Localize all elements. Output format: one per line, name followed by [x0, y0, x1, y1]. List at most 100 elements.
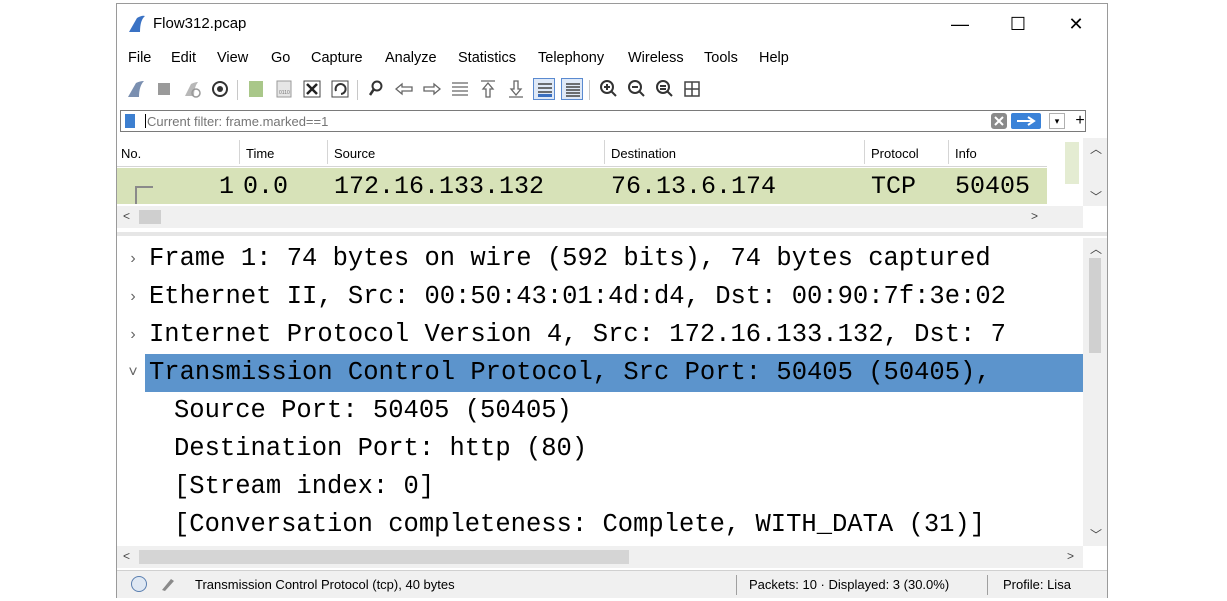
packet-info: 50405: [955, 172, 1031, 201]
scroll-down-icon[interactable]: ﹀: [1090, 526, 1102, 543]
packet-list-vscrollbar[interactable]: ︿ ﹀: [1065, 138, 1107, 206]
text-caret: [145, 114, 146, 128]
menu-statistics[interactable]: Statistics: [458, 50, 516, 66]
close-file-icon[interactable]: [301, 78, 323, 100]
scrollbar-thumb[interactable]: [1065, 142, 1079, 184]
column-divider[interactable]: [327, 140, 328, 164]
go-last-icon[interactable]: [505, 78, 527, 100]
details-vscrollbar[interactable]: ︿ ﹀: [1083, 238, 1107, 546]
maximize-button[interactable]: ☐: [989, 4, 1047, 44]
status-divider: [987, 575, 988, 595]
packets-count: Packets: 10 · Displayed: 3 (30.0%): [749, 577, 950, 592]
column-header-destination[interactable]: Destination: [611, 146, 676, 161]
scroll-down-icon[interactable]: ﹀: [1090, 188, 1102, 205]
scroll-up-icon[interactable]: ︿: [1090, 140, 1102, 157]
zoom-out-icon[interactable]: [625, 78, 647, 100]
close-button[interactable]: ✕: [1047, 4, 1105, 44]
reload-icon[interactable]: [329, 78, 351, 100]
expand-arrow-icon[interactable]: ›: [125, 316, 141, 354]
column-header-protocol[interactable]: Protocol: [871, 146, 919, 161]
menu-telephony[interactable]: Telephony: [538, 50, 604, 66]
column-header-time[interactable]: Time: [246, 146, 274, 161]
column-divider[interactable]: [948, 140, 949, 164]
wireshark-logo-icon: [129, 15, 145, 32]
scroll-left-icon[interactable]: <: [123, 209, 130, 223]
column-divider[interactable]: [604, 140, 605, 164]
display-filter-input[interactable]: [147, 113, 967, 129]
packet-list-header: No. Time Source Destination Protocol Inf…: [117, 138, 1047, 167]
menu-capture[interactable]: Capture: [311, 50, 363, 66]
tree-item-tcp[interactable]: Transmission Control Protocol, Src Port:…: [149, 354, 991, 392]
scroll-right-icon[interactable]: >: [1067, 549, 1074, 563]
shark-fin-start-icon[interactable]: [125, 78, 147, 100]
filter-history-dropdown[interactable]: ▾: [1049, 113, 1065, 129]
tree-item-source-port[interactable]: Source Port: 50405 (50405): [174, 392, 572, 430]
packet-list: No. Time Source Destination Protocol Inf…: [117, 138, 1107, 230]
go-forward-icon[interactable]: [421, 78, 443, 100]
menu-edit[interactable]: Edit: [171, 50, 196, 66]
wireshark-window: Flow312.pcap — ☐ ✕ File Edit View Go Cap…: [116, 3, 1108, 598]
tree-item-frame[interactable]: Frame 1: 74 bytes on wire (592 bits), 74…: [149, 240, 991, 278]
expand-arrow-icon[interactable]: ›: [125, 278, 141, 316]
zoom-in-icon[interactable]: [597, 78, 619, 100]
scroll-right-icon[interactable]: >: [1031, 209, 1038, 223]
menu-tools[interactable]: Tools: [704, 50, 738, 66]
go-to-packet-icon[interactable]: [449, 78, 471, 100]
packet-no: 1: [219, 172, 235, 201]
scroll-up-icon[interactable]: ︿: [1090, 240, 1102, 257]
menu-analyze[interactable]: Analyze: [385, 50, 437, 66]
menu-bar: File Edit View Go Capture Analyze Statis…: [117, 46, 1107, 70]
tree-item-ethernet[interactable]: Ethernet II, Src: 00:50:43:01:4d:d4, Dst…: [149, 278, 1006, 316]
colorize-icon[interactable]: [561, 78, 583, 100]
status-bar: Transmission Control Protocol (tcp), 40 …: [117, 570, 1107, 598]
scrollbar-thumb[interactable]: [139, 550, 629, 564]
packet-details-tree: › Frame 1: 74 bytes on wire (592 bits), …: [117, 238, 1107, 568]
find-packet-icon[interactable]: [365, 78, 387, 100]
tree-item-destination-port[interactable]: Destination Port: http (80): [174, 430, 587, 468]
clear-filter-icon[interactable]: [991, 113, 1007, 129]
column-header-info[interactable]: Info: [955, 146, 977, 161]
menu-help[interactable]: Help: [759, 50, 789, 66]
menu-wireless[interactable]: Wireless: [628, 50, 684, 66]
tree-item-ipv4[interactable]: Internet Protocol Version 4, Src: 172.16…: [149, 316, 1006, 354]
minimize-button[interactable]: —: [931, 4, 989, 44]
details-hscrollbar[interactable]: < >: [117, 546, 1083, 568]
scrollbar-thumb[interactable]: [1089, 258, 1101, 353]
tree-item-conversation-completeness[interactable]: [Conversation completeness: Complete, WI…: [174, 506, 985, 544]
column-header-source[interactable]: Source: [334, 146, 375, 161]
resize-columns-icon[interactable]: [681, 78, 703, 100]
scrollbar-thumb[interactable]: [139, 210, 161, 224]
column-header-no[interactable]: No.: [121, 146, 141, 161]
capture-comment-icon[interactable]: [159, 575, 177, 593]
expand-arrow-icon[interactable]: ›: [125, 240, 141, 278]
column-divider[interactable]: [239, 140, 240, 164]
menu-go[interactable]: Go: [271, 50, 290, 66]
bookmark-icon[interactable]: [125, 114, 135, 128]
auto-scroll-icon[interactable]: [533, 78, 555, 100]
apply-filter-arrow-icon[interactable]: [1011, 113, 1041, 129]
profile-label[interactable]: Profile: Lisa: [1003, 577, 1071, 592]
scroll-left-icon[interactable]: <: [123, 549, 130, 563]
column-divider[interactable]: [864, 140, 865, 164]
pane-splitter[interactable]: [117, 232, 1107, 236]
main-toolbar: 0110: [117, 76, 1107, 104]
toolbar-separator: [237, 80, 238, 100]
zoom-reset-icon[interactable]: [653, 78, 675, 100]
tree-item-stream-index[interactable]: [Stream index: 0]: [174, 468, 434, 506]
stop-icon[interactable]: [153, 78, 175, 100]
menu-file[interactable]: File: [128, 50, 151, 66]
packet-row[interactable]: 1 0.0 172.16.133.132 76.13.6.174 TCP 504…: [117, 168, 1047, 204]
save-file-icon[interactable]: 0110: [273, 78, 295, 100]
toolbar-separator: [357, 80, 358, 100]
go-back-icon[interactable]: [393, 78, 415, 100]
open-file-icon[interactable]: [245, 78, 267, 100]
packet-time: 0.0: [243, 172, 289, 201]
add-filter-button[interactable]: +: [1073, 111, 1087, 131]
restart-icon[interactable]: [181, 78, 203, 100]
menu-view[interactable]: View: [217, 50, 248, 66]
options-gear-icon[interactable]: [209, 78, 231, 100]
collapse-arrow-icon[interactable]: ˅: [125, 354, 141, 392]
packet-list-hscrollbar[interactable]: < >: [117, 206, 1083, 228]
go-first-icon[interactable]: [477, 78, 499, 100]
expert-info-icon[interactable]: [131, 576, 147, 592]
